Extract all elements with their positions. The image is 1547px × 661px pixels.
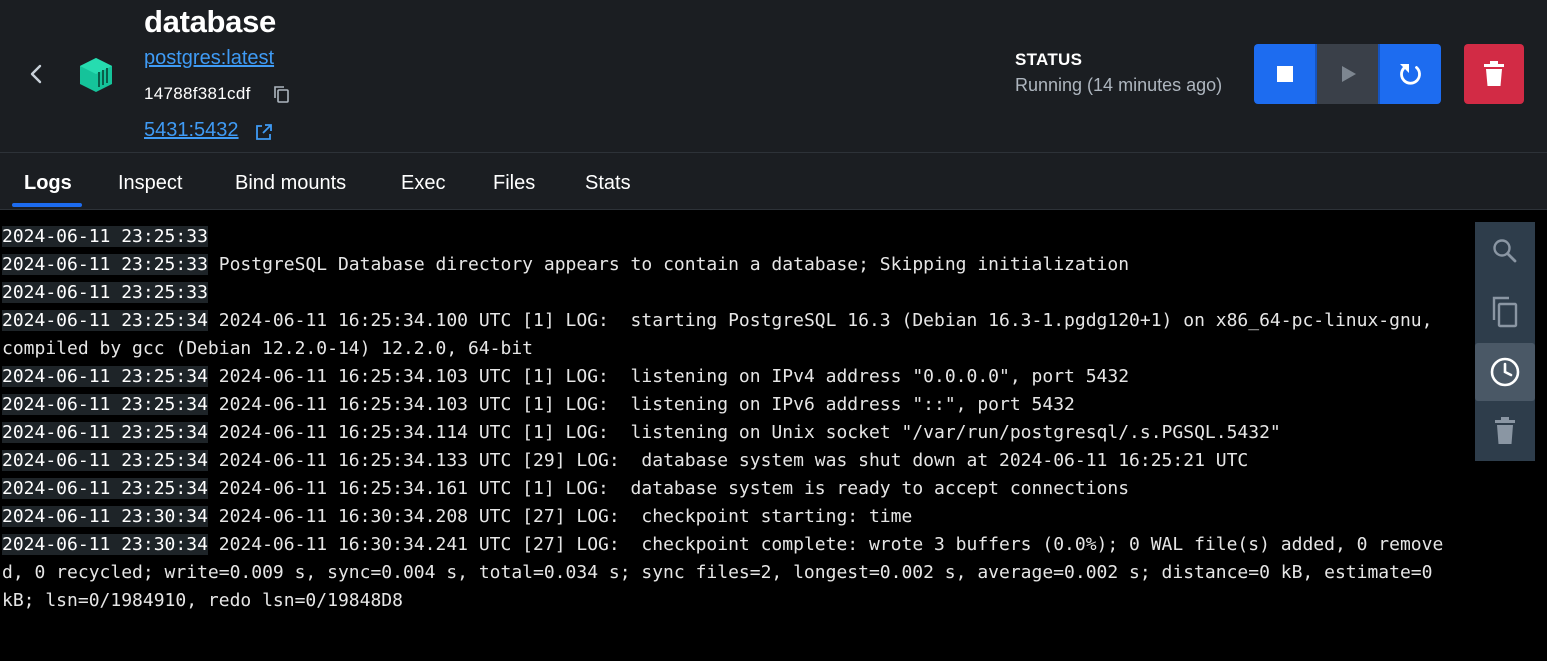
log-timestamp: 2024-06-11 23:30:34 [2,534,208,555]
log-line: kB; lsn=0/1984910, redo lsn=0/19848D8 [2,587,403,615]
log-timestamp: 2024-06-11 23:25:33 [2,254,208,275]
delete-button[interactable] [1464,44,1524,104]
log-line: 2024-06-11 23:25:34 2024-06-11 16:25:34.… [2,419,1281,447]
container-name: database [144,4,276,39]
log-timestamp: 2024-06-11 23:25:33 [2,282,208,303]
toggle-timestamps-button[interactable] [1475,343,1535,401]
start-button[interactable] [1317,44,1378,104]
log-line: 2024-06-11 23:25:34 2024-06-11 16:25:34.… [2,447,1248,475]
log-toolbar [1475,222,1535,461]
log-message: 2024-06-11 16:25:34.133 UTC [29] LOG: da… [218,450,1249,471]
log-line: d, 0 recycled; write=0.009 s, sync=0.004… [2,559,1432,587]
tab-logs[interactable]: Logs [24,172,72,195]
stop-icon [1276,66,1293,82]
tab-exec[interactable]: Exec [401,172,445,195]
chevron-left-icon[interactable] [22,58,50,90]
log-line: 2024-06-11 23:25:34 2024-06-11 16:25:34.… [2,307,1432,335]
play-icon [1341,66,1356,82]
copy-logs-button[interactable] [1475,283,1535,341]
log-timestamp: 2024-06-11 23:25:34 [2,310,208,331]
stop-button[interactable] [1254,44,1317,104]
copy-icon [1492,296,1518,328]
trash-icon [1484,61,1504,86]
log-line: 2024-06-11 23:25:34 2024-06-11 16:25:34.… [2,391,1075,419]
log-timestamp: 2024-06-11 23:25:33 [2,226,208,247]
image-link[interactable]: postgres:latest [144,47,274,70]
trash-icon [1495,417,1515,444]
external-link-icon[interactable] [254,122,274,142]
log-line: compiled by gcc (Debian 12.2.0-14) 12.2.… [2,335,533,363]
active-tab-indicator [12,203,82,207]
log-timestamp: 2024-06-11 23:25:34 [2,394,208,415]
log-message: 2024-06-11 16:30:34.241 UTC [27] LOG: ch… [218,534,1444,555]
container-actions [1254,44,1441,104]
log-line: 2024-06-11 23:25:34 2024-06-11 16:25:34.… [2,363,1129,391]
restart-icon [1399,64,1421,85]
container-header: database postgres:latest 14788f381cdf 54… [0,0,1547,153]
log-viewer[interactable]: 2024-06-11 23:25:33 2024-06-11 23:25:33 … [0,210,1547,661]
restart-button[interactable] [1378,44,1441,104]
clock-icon [1490,357,1520,387]
log-timestamp: 2024-06-11 23:25:34 [2,366,208,387]
log-message: d, 0 recycled; write=0.009 s, sync=0.004… [2,562,1433,583]
log-timestamp: 2024-06-11 23:25:34 [2,422,208,443]
log-line: 2024-06-11 23:25:34 2024-06-11 16:25:34.… [2,475,1129,503]
log-line: 2024-06-11 23:30:34 2024-06-11 16:30:34.… [2,531,1443,559]
log-timestamp: 2024-06-11 23:30:34 [2,506,208,527]
log-line: 2024-06-11 23:25:33 PostgreSQL Database … [2,251,1129,279]
log-line: 2024-06-11 23:25:33 [2,279,208,307]
search-logs-button[interactable] [1475,222,1535,280]
log-line: 2024-06-11 23:25:33 [2,223,208,251]
tab-bind-mounts[interactable]: Bind mounts [235,172,346,195]
log-timestamp: 2024-06-11 23:25:34 [2,478,208,499]
container-id: 14788f381cdf [144,84,251,103]
log-message: compiled by gcc (Debian 12.2.0-14) 12.2.… [2,338,534,359]
clear-logs-button[interactable] [1475,402,1535,460]
tab-files[interactable]: Files [493,172,535,195]
search-icon [1493,239,1517,263]
log-message: kB; lsn=0/1984910, redo lsn=0/19848D8 [2,590,403,611]
status-value: Running (14 minutes ago) [1015,75,1223,95]
log-line: 2024-06-11 23:30:34 2024-06-11 16:30:34.… [2,503,912,531]
log-message: 2024-06-11 16:30:34.208 UTC [27] LOG: ch… [218,506,913,527]
container-icon [76,55,116,95]
port-link[interactable]: 5431:5432 [144,119,239,142]
log-message: 2024-06-11 16:25:34.103 UTC [1] LOG: lis… [218,394,1075,415]
log-timestamp: 2024-06-11 23:25:34 [2,450,208,471]
tab-stats[interactable]: Stats [585,172,631,195]
log-message: 2024-06-11 16:25:34.103 UTC [1] LOG: lis… [218,366,1130,387]
log-message: 2024-06-11 16:25:34.100 UTC [1] LOG: sta… [218,310,1433,331]
log-message: PostgreSQL Database directory appears to… [218,254,1130,275]
status-label: STATUS [1015,50,1083,69]
copy-icon[interactable] [272,84,292,106]
tab-bar: Logs Inspect Bind mounts Exec Files Stat… [0,153,1547,210]
tab-inspect[interactable]: Inspect [118,172,182,195]
log-message: 2024-06-11 16:25:34.161 UTC [1] LOG: dat… [218,478,1130,499]
log-message: 2024-06-11 16:25:34.114 UTC [1] LOG: lis… [218,422,1281,443]
